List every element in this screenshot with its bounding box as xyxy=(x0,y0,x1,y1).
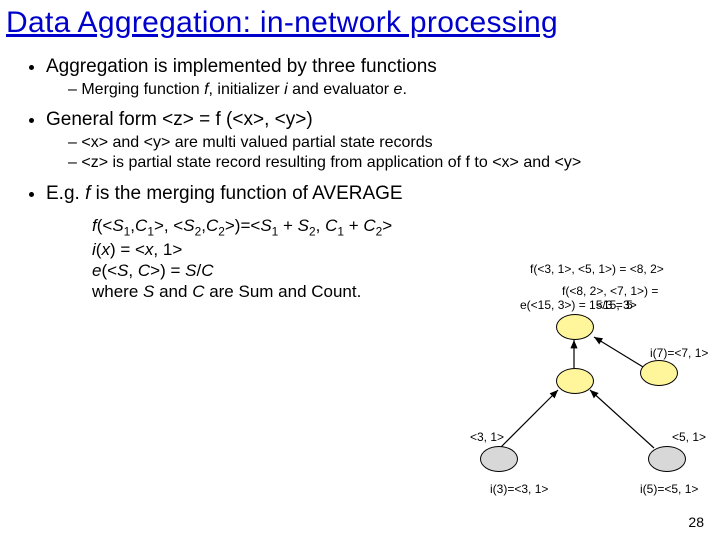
node-i3 xyxy=(480,446,518,472)
bullet-list: Aggregation is implemented by three func… xyxy=(46,56,720,205)
formula-line-1: f(<S1,C1>, <S2,C2>)=<S1 + S2, C1 + C2> xyxy=(92,215,720,239)
node-i5 xyxy=(648,446,686,472)
diagram-label-top: f(<3, 1>, <5, 1>) = <8, 2> xyxy=(530,262,664,276)
node-i7 xyxy=(640,360,678,386)
diagram-label-i3: i(3)=<3, 1> xyxy=(490,482,548,496)
bullet-2-sub-1: <x> and <y> are multi valued partial sta… xyxy=(68,133,720,152)
bullet-1: Aggregation is implemented by three func… xyxy=(46,56,720,99)
bullet-1-sub-1: Merging function f, initializer i and ev… xyxy=(68,80,720,99)
node-root xyxy=(556,314,594,340)
page-number: 28 xyxy=(688,514,704,530)
bullet-2-text: General form <z> = f (<x>, <y>) xyxy=(46,109,313,130)
tree-diagram: f(<3, 1>, <5, 1>) = <8, 2> f(<8, 2>, <7,… xyxy=(440,260,710,500)
bullet-2-sub-2: <z> is partial state record resulting fr… xyxy=(68,153,720,172)
slide-title: Data Aggregation: in-network processing xyxy=(0,0,720,42)
diagram-label-51: <5, 1> xyxy=(672,430,706,444)
diagram-label-mid3: <15, 3> xyxy=(596,298,637,312)
diagram-label-31: <3, 1> xyxy=(470,430,504,444)
node-merge xyxy=(556,368,594,394)
diagram-label-i5: i(5)=<5, 1> xyxy=(640,482,698,496)
bullet-2: General form <z> = f (<x>, <y>) <x> and … xyxy=(46,109,720,172)
formula-line-2: i(x) = <x, 1> xyxy=(92,239,720,260)
diagram-label-i7: i(7)=<7, 1> xyxy=(650,346,708,360)
bullet-3: E.g. f is the merging function of AVERAG… xyxy=(46,183,720,205)
bullet-1-text: Aggregation is implemented by three func… xyxy=(46,56,437,77)
diagram-label-mid1: f(<8, 2>, <7, 1>) = xyxy=(562,284,658,298)
